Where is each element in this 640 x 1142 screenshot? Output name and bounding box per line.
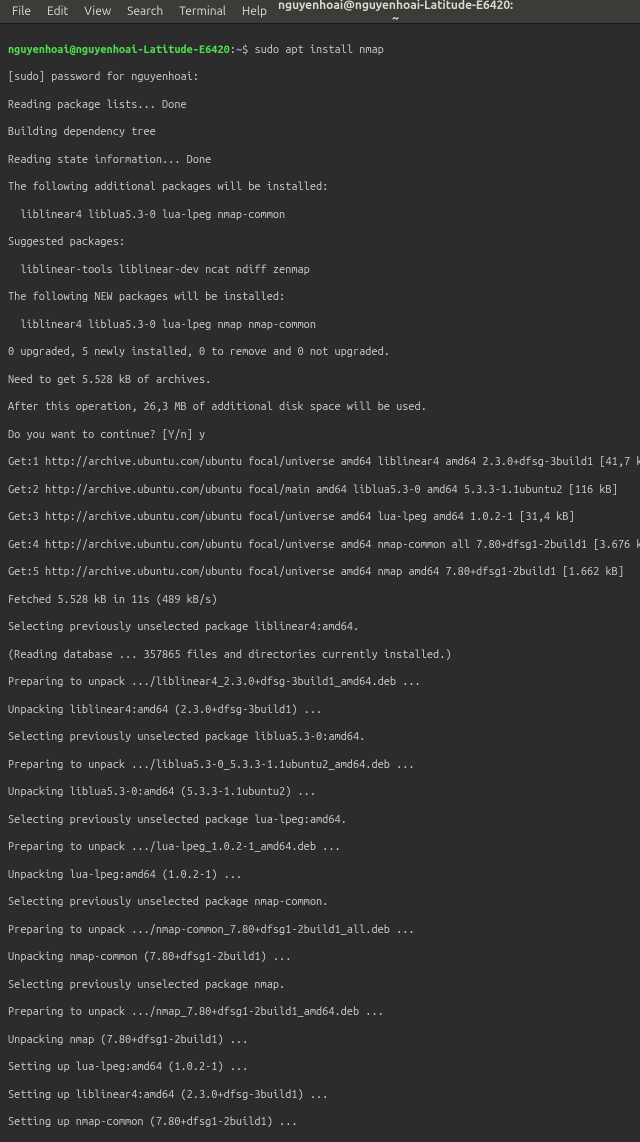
- output-line: The following NEW packages will be insta…: [8, 291, 632, 305]
- output-line: Setting up liblinear4:amd64 (2.3.0+dfsg-…: [8, 1089, 632, 1103]
- output-line: Selecting previously unselected package …: [8, 731, 632, 745]
- output-line: Selecting previously unselected package …: [8, 814, 632, 828]
- output-line: Unpacking liblua5.3-0:amd64 (5.3.3-1.1ub…: [8, 786, 632, 800]
- output-line: liblinear4 liblua5.3-0 lua-lpeg nmap-com…: [8, 209, 632, 223]
- output-line: Get:3 http://archive.ubuntu.com/ubuntu f…: [8, 511, 632, 525]
- output-line: liblinear4 liblua5.3-0 lua-lpeg nmap nma…: [8, 319, 632, 333]
- menu-file[interactable]: File: [4, 1, 39, 22]
- menu-terminal[interactable]: Terminal: [171, 1, 234, 22]
- output-line: The following additional packages will b…: [8, 181, 632, 195]
- output-line: Preparing to unpack .../nmap-common_7.80…: [8, 924, 632, 938]
- prompt-sep2: $: [242, 44, 248, 56]
- prompt-userhost: nguyenhoai@nguyenhoai-Latitude-E6420: [8, 44, 230, 56]
- terminal-area[interactable]: nguyenhoai@nguyenhoai-Latitude-E6420:~$ …: [0, 24, 640, 1142]
- output-line: Reading package lists... Done: [8, 99, 632, 113]
- menu-search[interactable]: Search: [119, 1, 171, 22]
- menu-bar: File Edit View Search Terminal Help: [4, 1, 275, 22]
- output-line: Do you want to continue? [Y/n] y: [8, 429, 632, 443]
- output-line: Preparing to unpack .../liblua5.3-0_5.3.…: [8, 759, 632, 773]
- output-line: Unpacking nmap-common (7.80+dfsg1-2build…: [8, 951, 632, 965]
- output-line: Unpacking nmap (7.80+dfsg1-2build1) ...: [8, 1034, 632, 1048]
- output-line: Unpacking lua-lpeg:amd64 (1.0.2-1) ...: [8, 869, 632, 883]
- output-line: Suggested packages:: [8, 236, 632, 250]
- output-line: liblinear-tools liblinear-dev ncat ndiff…: [8, 264, 632, 278]
- titlebar: File Edit View Search Terminal Help nguy…: [0, 0, 640, 24]
- output-line: Selecting previously unselected package …: [8, 896, 632, 910]
- output-line: Building dependency tree: [8, 126, 632, 140]
- output-line: Unpacking liblinear4:amd64 (2.3.0+dfsg-3…: [8, 704, 632, 718]
- output-line: Need to get 5.528 kB of archives.: [8, 374, 632, 388]
- menu-edit[interactable]: Edit: [39, 1, 76, 22]
- output-line: Fetched 5.528 kB in 11s (489 kB/s): [8, 594, 632, 608]
- output-line: Reading state information... Done: [8, 154, 632, 168]
- output-line: Preparing to unpack .../nmap_7.80+dfsg1-…: [8, 1006, 632, 1020]
- output-line: Preparing to unpack .../lua-lpeg_1.0.2-1…: [8, 841, 632, 855]
- window-title: nguyenhoai@nguyenhoai-Latitude-E6420: ~: [275, 0, 636, 25]
- output-line: 0 upgraded, 5 newly installed, 0 to remo…: [8, 346, 632, 360]
- output-line: Get:5 http://archive.ubuntu.com/ubuntu f…: [8, 566, 632, 580]
- output-line: Setting up lua-lpeg:amd64 (1.0.2-1) ...: [8, 1061, 632, 1075]
- output-line: Setting up nmap-common (7.80+dfsg1-2buil…: [8, 1116, 632, 1130]
- output-line: Selecting previously unselected package …: [8, 979, 632, 993]
- menu-view[interactable]: View: [76, 1, 119, 22]
- output-line: Get:2 http://archive.ubuntu.com/ubuntu f…: [8, 484, 632, 498]
- output-line: Get:4 http://archive.ubuntu.com/ubuntu f…: [8, 539, 632, 553]
- menu-help[interactable]: Help: [234, 1, 275, 22]
- output-line: Get:1 http://archive.ubuntu.com/ubuntu f…: [8, 456, 632, 470]
- output-line: [sudo] password for nguyenhoai:: [8, 71, 632, 85]
- output-line: (Reading database ... 357865 files and d…: [8, 649, 632, 663]
- command-input: sudo apt install nmap: [254, 44, 383, 56]
- output-line: Preparing to unpack .../liblinear4_2.3.0…: [8, 676, 632, 690]
- output-line: Selecting previously unselected package …: [8, 621, 632, 635]
- output-line: After this operation, 26,3 MB of additio…: [8, 401, 632, 415]
